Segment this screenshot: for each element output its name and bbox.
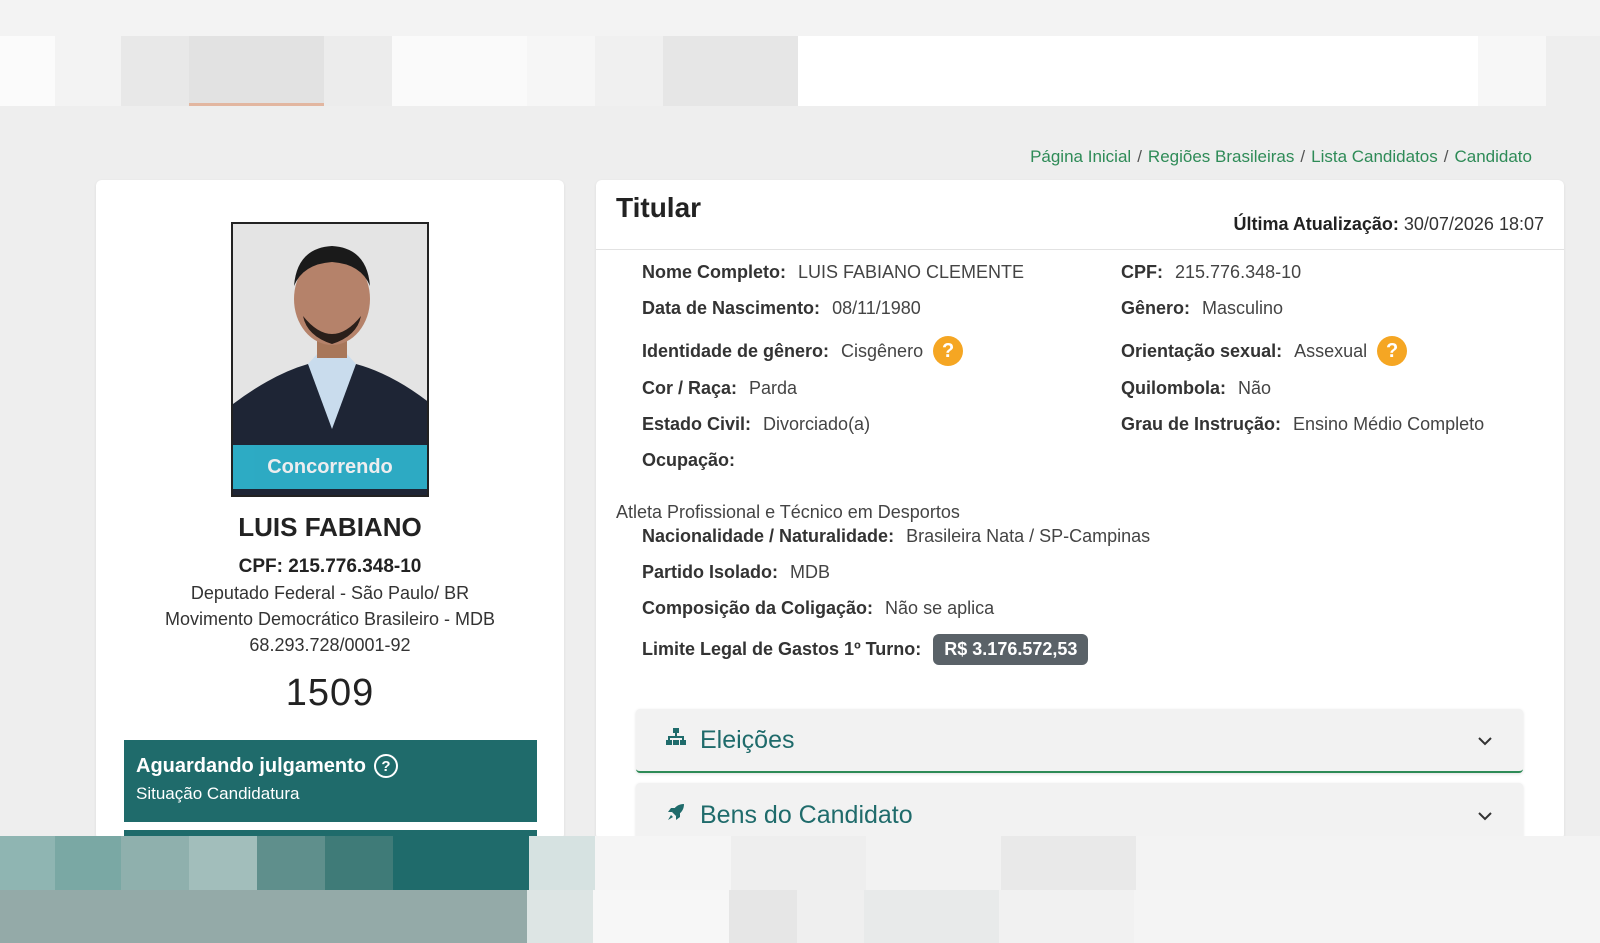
- candidate-details-card: Titular Última Atualização: 30/07/2026 1…: [596, 180, 1564, 847]
- breadcrumb-candidates-list[interactable]: Lista Candidatos: [1311, 147, 1438, 167]
- field-party: Partido Isolado: MDB: [642, 562, 830, 583]
- breadcrumb-home[interactable]: Página Inicial: [1030, 147, 1131, 167]
- breadcrumb-separator: /: [1443, 147, 1449, 166]
- field-race: Cor / Raça: Parda: [642, 378, 797, 399]
- field-label: Nacionalidade / Naturalidade:: [642, 526, 895, 546]
- details-title: Titular: [616, 192, 702, 223]
- candidate-office: Deputado Federal - São Paulo/ BR: [190, 583, 470, 603]
- candidate-cpf: CPF: 215.776.348-10: [238, 556, 422, 577]
- accordion-label: Bens do Candidato: [700, 800, 913, 829]
- help-icon[interactable]: ?: [374, 754, 398, 778]
- field-full-name: Nome Completo: LUIS FABIANO CLEMENTE: [642, 262, 1024, 283]
- candidacy-status-box: Aguardando julgamento ? Situação Candida…: [124, 740, 537, 822]
- bottom-pixelated-overlay: [0, 836, 1600, 943]
- candidate-photo: Concorrendo: [231, 222, 429, 497]
- field-value: Ensino Médio Completo: [1293, 414, 1485, 434]
- field-marital-status: Estado Civil: Divorciado(a): [642, 414, 870, 435]
- field-nationality: Nacionalidade / Naturalidade: Brasileira…: [642, 526, 1150, 547]
- field-label: Estado Civil:: [642, 414, 752, 434]
- candidate-name: LUIS FABIANO: [238, 512, 422, 542]
- field-education: Grau de Instrução: Ensino Médio Completo: [1121, 414, 1484, 435]
- candidacy-status-subtitle: Situação Candidatura: [136, 784, 300, 803]
- details-header: Titular Última Atualização: 30/07/2026 1…: [596, 180, 1564, 250]
- candidate-cnpj: 68.293.728/0001-92: [249, 635, 411, 655]
- last-updated-value: 30/07/2026 18:07: [1403, 214, 1544, 234]
- field-label: Quilombola:: [1121, 378, 1226, 398]
- field-occupation: Ocupação:: [642, 450, 735, 471]
- top-header-pixelated: [0, 0, 1600, 106]
- top-nav-row: [0, 36, 1600, 106]
- field-gender-identity: Identidade de gênero: Cisgênero ?: [642, 336, 964, 366]
- chevron-down-icon: [1477, 804, 1493, 827]
- field-label: Partido Isolado:: [642, 562, 779, 582]
- field-label: Composição da Coligação:: [642, 598, 874, 618]
- field-label: Data de Nascimento:: [642, 298, 821, 318]
- field-label: Orientação sexual:: [1121, 340, 1283, 361]
- field-value: Cisgênero: [841, 340, 924, 361]
- field-label: Gênero:: [1121, 298, 1191, 318]
- field-spending-limit: Limite Legal de Gastos 1º Turno: R$ 3.17…: [642, 634, 1089, 665]
- field-value: 08/11/1980: [832, 298, 921, 318]
- field-value: MDB: [790, 562, 831, 582]
- help-icon[interactable]: ?: [933, 336, 964, 366]
- accordion-label: Eleições: [700, 725, 795, 754]
- rocket-icon: [666, 802, 686, 828]
- field-value: Parda: [749, 378, 798, 398]
- sitemap-icon: [666, 728, 686, 752]
- field-label: Cor / Raça:: [642, 378, 738, 398]
- field-value: Assexual: [1294, 340, 1368, 361]
- field-label: Nome Completo:: [642, 262, 786, 282]
- field-coalition: Composição da Coligação: Não se aplica: [642, 598, 994, 619]
- candidate-summary-card: Concorrendo LUIS FABIANO CPF: 215.776.34…: [96, 180, 564, 840]
- chevron-down-icon: [1477, 729, 1493, 752]
- field-label: Ocupação:: [642, 450, 736, 470]
- breadcrumb-separator: /: [1300, 147, 1306, 166]
- spending-limit-badge: R$ 3.176.572,53: [933, 634, 1089, 665]
- field-value: Masculino: [1202, 298, 1284, 318]
- field-sexual-orientation: Orientação sexual: Assexual ?: [1121, 336, 1408, 366]
- candidate-party: Movimento Democrático Brasileiro - MDB: [164, 609, 496, 629]
- breadcrumb-regions[interactable]: Regiões Brasileiras: [1148, 147, 1294, 167]
- candidacy-status-title: Aguardando julgamento ?: [136, 754, 525, 778]
- field-gender: Gênero: Masculino: [1121, 298, 1283, 319]
- field-value: 215.776.348-10: [1175, 262, 1302, 282]
- candidacy-status-label: Aguardando julgamento: [136, 754, 366, 777]
- field-value: Divorciado(a): [763, 414, 871, 434]
- field-label: Grau de Instrução:: [1121, 414, 1282, 434]
- breadcrumb-candidate[interactable]: Candidato: [1454, 147, 1532, 167]
- breadcrumb-separator: /: [1137, 147, 1142, 166]
- field-quilombola: Quilombola: Não: [1121, 378, 1271, 399]
- field-value: Não: [1238, 378, 1272, 398]
- breadcrumb: Página Inicial / Regiões Brasileiras / L…: [1030, 147, 1532, 167]
- field-label: Identidade de gênero:: [642, 340, 830, 361]
- field-value: LUIS FABIANO CLEMENTE: [798, 262, 1025, 282]
- last-updated: Última Atualização: 30/07/2026 18:07: [1233, 214, 1544, 235]
- field-label: CPF:: [1121, 262, 1163, 282]
- accordion-elections[interactable]: Eleições: [636, 709, 1523, 773]
- top-strip: [0, 0, 1600, 36]
- field-birth-date: Data de Nascimento: 08/11/1980: [642, 298, 921, 319]
- field-cpf: CPF: 215.776.348-10: [1121, 262, 1301, 283]
- help-icon[interactable]: ?: [1377, 336, 1408, 366]
- occupation-value: Atleta Profissional e Técnico em Desport…: [616, 502, 960, 522]
- field-label: Limite Legal de Gastos 1º Turno:: [642, 639, 922, 659]
- last-updated-label: Última Atualização:: [1233, 214, 1399, 234]
- field-value: Não se aplica: [885, 598, 995, 618]
- candidate-status-badge: Concorrendo: [233, 445, 427, 489]
- active-nav-indicator: [189, 103, 324, 106]
- field-value: Brasileira Nata / SP-Campinas: [906, 526, 1151, 546]
- candidate-number: 1509: [285, 672, 375, 714]
